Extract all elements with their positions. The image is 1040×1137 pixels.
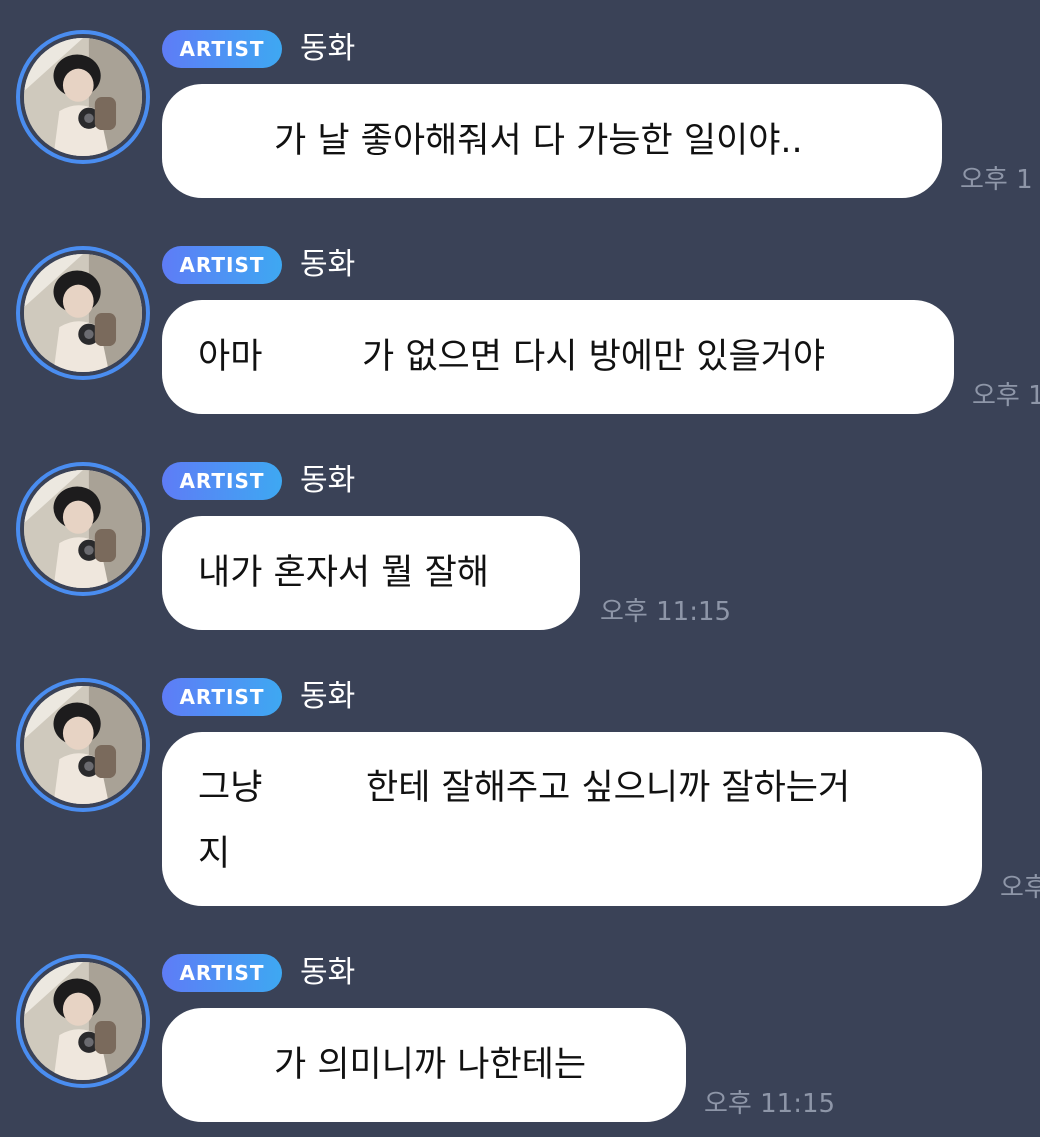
message-timestamp: 오후 11:15 [704, 1089, 836, 1119]
sender-name: 동화 [300, 955, 356, 990]
avatar-photo [24, 686, 142, 804]
artist-badge: ARTIST [162, 954, 282, 992]
message-text: 가 의미니까 나한테는 [274, 1045, 587, 1085]
sender-name: 동화 [300, 679, 356, 714]
avatar-photo-icon [24, 38, 142, 156]
sender-name: 동화 [300, 247, 356, 282]
avatar-photo [24, 470, 142, 588]
avatar-photo-icon [24, 470, 142, 588]
message-text: 아마 [198, 337, 263, 377]
artist-badge: ARTIST [162, 462, 282, 500]
artist-badge: ARTIST [162, 246, 282, 284]
artist-avatar[interactable] [16, 678, 150, 812]
message-bubble[interactable]: 그냥 한테 잘해주고 싶으니까 잘하는거 지 [162, 732, 982, 906]
message-bubble[interactable]: 내가 혼자서 뭘 잘해 [162, 516, 580, 630]
avatar-photo [24, 254, 142, 372]
artist-badge: ARTIST [162, 678, 282, 716]
message-text: 내가 혼자서 뭘 잘해 [198, 553, 489, 593]
avatar-photo-icon [24, 962, 142, 1080]
message-text: 가 없으면 다시 방에만 있을거야 [362, 337, 826, 377]
artist-avatar[interactable] [16, 462, 150, 596]
message-timestamp: 오후 11:15 [600, 597, 732, 627]
message-text: 한테 잘해주고 싶으니까 잘하는거 [366, 768, 851, 808]
artist-avatar[interactable] [16, 30, 150, 164]
artist-avatar[interactable] [16, 246, 150, 380]
message-text: 가 날 좋아해줘서 다 가능한 일이야.. [274, 121, 803, 161]
sender-name: 동화 [300, 31, 356, 66]
message-text: 그냥 [198, 768, 263, 808]
message-text: 지 [198, 834, 231, 874]
message-bubble[interactable]: 가 날 좋아해줘서 다 가능한 일이야.. [162, 84, 942, 198]
message-timestamp: 오후 [1000, 873, 1040, 903]
message-timestamp: 오후 1 [960, 165, 1033, 195]
avatar-photo [24, 962, 142, 1080]
sender-name: 동화 [300, 463, 356, 498]
message-timestamp: 오후 1 [972, 381, 1040, 411]
message-bubble[interactable]: 아마 가 없으면 다시 방에만 있을거야 [162, 300, 954, 414]
avatar-photo [24, 38, 142, 156]
artist-avatar[interactable] [16, 954, 150, 1088]
artist-badge: ARTIST [162, 30, 282, 68]
avatar-photo-icon [24, 686, 142, 804]
avatar-photo-icon [24, 254, 142, 372]
message-bubble[interactable]: 가 의미니까 나한테는 [162, 1008, 686, 1122]
chat-message-list: ARTIST 동화 가 날 좋아해줘서 다 가능한 일이야.. 오후 1 ART… [0, 0, 1040, 1137]
